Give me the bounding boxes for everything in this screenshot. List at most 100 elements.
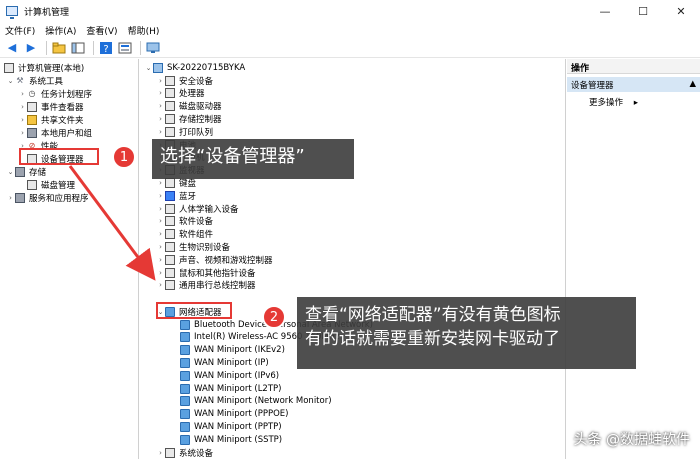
chevron-right-icon[interactable]: › <box>156 89 165 97</box>
chevron-right-icon[interactable]: › <box>156 102 165 110</box>
network-adapter-icon <box>180 383 190 394</box>
network-adapter-icon <box>180 345 190 356</box>
chevron-right-icon[interactable]: › <box>18 90 27 98</box>
network-adapters-highlight <box>156 302 232 319</box>
maximize-button[interactable]: ☐ <box>624 0 662 22</box>
device-category[interactable]: › 声音、视频和游戏控制器 <box>156 253 273 266</box>
device-category[interactable]: › 打印队列 <box>156 125 213 138</box>
chevron-right-icon[interactable]: › <box>18 129 27 137</box>
usb-icon <box>165 280 175 291</box>
shield-icon <box>165 75 175 86</box>
device-category-system-devices[interactable]: › 系统设备 <box>156 446 213 459</box>
services-icon <box>15 192 25 203</box>
tree-item-event-viewer[interactable]: › 事件查看器 <box>18 100 84 113</box>
tree-item-services-apps[interactable]: › 服务和应用程序 <box>6 191 89 204</box>
chevron-right-icon[interactable]: › <box>156 449 165 457</box>
chevron-right-icon[interactable]: › <box>156 77 165 85</box>
menu-file[interactable]: 文件(F) <box>0 24 40 37</box>
up-folder-icon[interactable] <box>51 40 67 56</box>
chevron-right-icon[interactable]: › <box>156 192 165 200</box>
actions-section-device-manager[interactable]: 设备管理器 ▲ <box>567 77 700 92</box>
network-adapter-item[interactable]: WAN Miniport (IP) <box>180 356 269 369</box>
network-adapter-icon <box>180 434 190 445</box>
minimize-button[interactable]: — <box>586 0 624 22</box>
event-viewer-icon <box>27 101 37 112</box>
network-adapter-item[interactable]: WAN Miniport (L2TP) <box>180 382 281 395</box>
device-category[interactable]: › 蓝牙 <box>156 189 196 202</box>
toolbar-separator <box>46 40 47 55</box>
device-category[interactable]: › 生物识别设备 <box>156 240 230 253</box>
menu-help[interactable]: 帮助(H) <box>123 24 165 37</box>
step-1-callout: 选择“设备管理器” <box>152 139 354 179</box>
chevron-right-icon[interactable]: › <box>156 115 165 123</box>
chevron-right-icon[interactable]: › <box>156 281 165 289</box>
tree-item-system-tools[interactable]: ⌄ ⚒ 系统工具 <box>6 74 63 87</box>
network-adapter-item[interactable]: WAN Miniport (Network Monitor) <box>180 395 332 408</box>
bluetooth-icon <box>165 190 175 201</box>
device-category[interactable]: › 软件设备 <box>156 215 213 228</box>
chevron-down-icon[interactable]: ⌄ <box>6 168 15 176</box>
users-icon <box>27 127 37 138</box>
monitor-icon[interactable] <box>145 40 161 56</box>
chevron-right-icon[interactable]: › <box>6 194 15 202</box>
keyboard-icon <box>165 177 175 188</box>
device-category[interactable]: › 存储控制器 <box>156 112 222 125</box>
chevron-right-icon[interactable]: › <box>156 128 165 136</box>
network-adapter-item[interactable]: WAN Miniport (PPTP) <box>180 420 282 433</box>
device-category[interactable]: › 处理器 <box>156 87 205 100</box>
computer-icon <box>153 62 163 73</box>
chevron-right-icon[interactable]: › <box>156 230 165 238</box>
forward-arrow-icon[interactable]: ▶ <box>23 40 39 56</box>
help-icon[interactable]: ? <box>98 40 114 56</box>
network-adapter-icon <box>180 357 190 368</box>
collapse-arrow-icon[interactable]: ▲ <box>689 79 696 90</box>
network-adapter-item[interactable]: WAN Miniport (PPPOE) <box>180 408 288 421</box>
show-hide-tree-icon[interactable] <box>70 40 86 56</box>
tree-item-disk-management[interactable]: 磁盘管理 <box>27 178 75 191</box>
device-category[interactable]: › 通用串行总线控制器 <box>156 279 256 292</box>
device-category[interactable]: › 人体学输入设备 <box>156 202 239 215</box>
actions-header: 操作 <box>567 59 700 74</box>
properties-icon[interactable] <box>117 40 133 56</box>
toolbar: ◀ ▶ ? <box>0 38 700 58</box>
device-category[interactable]: › 安全设备 <box>156 74 213 87</box>
menu-view[interactable]: 查看(V) <box>81 24 122 37</box>
chevron-right-icon[interactable]: › <box>156 256 165 264</box>
chevron-right-icon[interactable]: › <box>18 103 27 111</box>
network-adapter-icon <box>180 396 190 407</box>
tree-item-task-scheduler[interactable]: › ◷ 任务计划程序 <box>18 87 92 100</box>
disk-icon <box>27 179 37 190</box>
chevron-down-icon[interactable]: ⌄ <box>6 77 15 85</box>
device-tree: ⌄ SK-20220715BYKA › 安全设备 › 处理器 › 磁盘驱动器 › 存储控制器 ›… <box>140 59 566 459</box>
tree-item-storage[interactable]: ⌄ 存储 <box>6 165 46 178</box>
device-category[interactable]: › 磁盘驱动器 <box>156 100 222 113</box>
speaker-icon <box>165 254 175 265</box>
chevron-right-icon[interactable]: › <box>156 205 165 213</box>
shared-folder-icon <box>27 114 37 125</box>
tree-item-root[interactable]: 计算机管理(本地) <box>4 61 84 74</box>
more-actions-link[interactable]: 更多操作 ▸ <box>589 96 638 108</box>
software-component-icon <box>165 229 175 240</box>
device-category[interactable]: › 鼠标和其他指针设备 <box>156 266 256 279</box>
clock-icon: ◷ <box>28 88 36 98</box>
chevron-right-icon[interactable]: › <box>156 243 165 251</box>
biometric-icon <box>165 241 175 252</box>
device-tree-computer[interactable]: ⌄ SK-20220715BYKA <box>144 61 245 74</box>
network-adapter-item[interactable]: WAN Miniport (IKEv2) <box>180 344 285 357</box>
storage-icon <box>15 166 25 177</box>
network-adapter-item[interactable]: WAN Miniport (SSTP) <box>180 433 282 446</box>
chevron-right-icon[interactable]: › <box>156 217 165 225</box>
chevron-down-icon[interactable]: ⌄ <box>144 64 153 72</box>
chevron-right-icon[interactable]: › <box>156 269 165 277</box>
menu-action[interactable]: 操作(A) <box>40 24 81 37</box>
device-category[interactable]: › 软件组件 <box>156 228 213 241</box>
tree-item-local-users[interactable]: › 本地用户和组 <box>18 126 92 139</box>
back-arrow-icon[interactable]: ◀ <box>4 40 20 56</box>
window-controls: — ☐ ✕ <box>586 0 700 22</box>
tree-item-shared-folders[interactable]: › 共享文件夹 <box>18 113 84 126</box>
close-button[interactable]: ✕ <box>662 0 700 22</box>
chevron-right-icon[interactable]: › <box>156 179 165 187</box>
chevron-right-icon[interactable]: › <box>18 116 27 124</box>
network-adapter-item[interactable]: WAN Miniport (IPv6) <box>180 369 279 382</box>
network-adapter-icon <box>180 409 190 420</box>
